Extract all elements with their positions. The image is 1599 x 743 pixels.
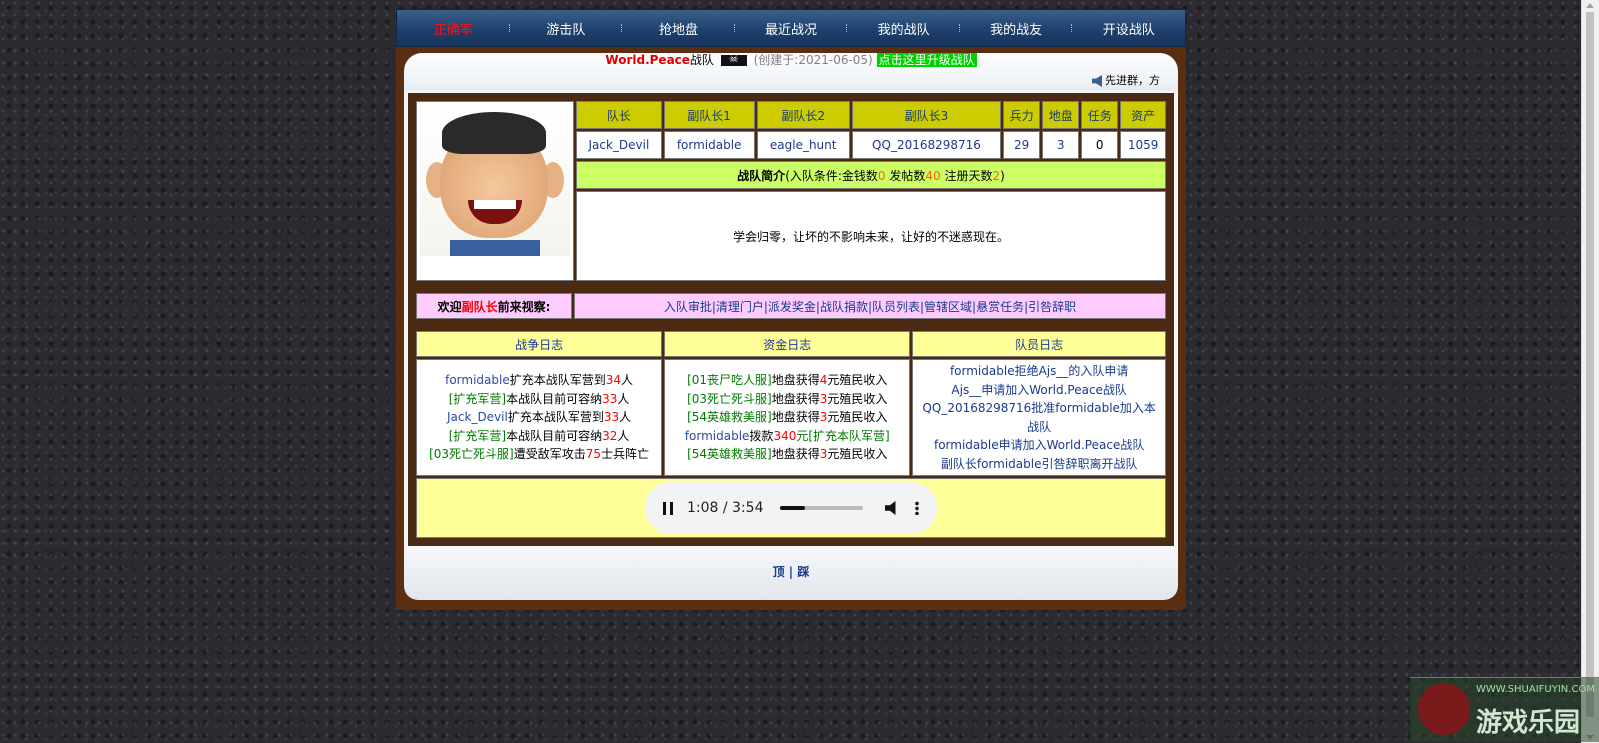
team-suffix: 战队 <box>689 53 714 67</box>
team-inner: 队长 副队长1 副队长2 副队长3 兵力 地盘 任务 资产 Jack_Devil… <box>404 91 1178 550</box>
nav-item-grab-territory[interactable]: 抢地盘 <box>622 10 735 46</box>
col-assets: 资产 <box>1120 101 1166 129</box>
team-name[interactable]: World.Peace <box>605 53 690 67</box>
col-captain: 队长 <box>576 101 662 129</box>
team-frame: World.Peace战队 (创建于:2021-06-05) 点击这里升级战队 … <box>396 47 1186 610</box>
member-log-entry: QQ_20168298716批准formidable加入本战队 <box>922 401 1156 434</box>
admin-links[interactable]: 入队审批|清理门户|派发奖金|战队捐款|队员列表|管辖区域|悬赏任务|引咎辞职 <box>574 293 1166 319</box>
welcome-text: 欢迎副队长前来视察: <box>416 293 572 319</box>
nav-item-recent-battles[interactable]: 最近战况 <box>735 10 848 46</box>
col-vice-2: 副队长2 <box>756 101 850 129</box>
watermark-logo-icon <box>1418 683 1470 735</box>
vice-1-name[interactable]: formidable <box>663 131 755 159</box>
site-watermark: WWW.SHUAIFUYIN.COM 游戏乐园 <box>1410 677 1599 742</box>
team-info-table: 队长 副队长1 副队长2 副队长3 兵力 地盘 任务 资产 Jack_Devil… <box>414 99 1168 283</box>
territory-value: 3 <box>1042 131 1080 159</box>
member-log-entry: formidable拒绝Ajs__的入队申请 <box>949 364 1129 378</box>
top-nav: 正确率 游击队 抢地盘 最近战况 我的战队 我的战友 开设战队 <box>396 9 1186 47</box>
war-log-entry: [扩充军营]本战队目前可容纳32人 <box>448 428 630 443</box>
playback-progress-fill <box>779 506 805 510</box>
fund-log: [01丧尸吃人服]地盘获得4元殖民收入 [03死亡死斗服]地盘获得3元殖民收入 … <box>664 359 911 476</box>
col-troops: 兵力 <box>1003 101 1041 129</box>
intro-title: 战队简介 <box>737 168 786 183</box>
volume-icon[interactable] <box>885 501 896 515</box>
war-log-entry: [扩充军营]本战队目前可容纳33人 <box>448 391 630 406</box>
intro-days-label: 注册天数 <box>940 168 993 183</box>
war-log-entry: [03死亡死斗服]遭受敌军攻击75士兵阵亡 <box>429 447 650 462</box>
watermark-url: WWW.SHUAIFUYIN.COM <box>1476 684 1595 695</box>
more-options-icon[interactable] <box>915 501 919 515</box>
created-date: (创建于:2021-06-05) <box>753 53 873 67</box>
captain-name[interactable]: Jack_Devil <box>576 131 662 159</box>
intro-cond-suffix: ) <box>1000 168 1005 183</box>
intro-posts: 40 <box>925 168 941 183</box>
scroll-thumb[interactable] <box>1586 12 1594 717</box>
music-player-row: 1:08 / 3:54 <box>416 478 1166 538</box>
welcome-table: 欢迎副队长前来视察: 入队审批|清理门户|派发奖金|战队捐款|队员列表|管辖区域… <box>414 291 1168 321</box>
upgrade-team-link[interactable]: 点击这里升级战队 <box>876 53 977 67</box>
col-vice-1: 副队长1 <box>663 101 755 129</box>
col-tasks: 任务 <box>1081 101 1119 129</box>
war-log: formidable扩充本战队军营到34人 [扩充军营]本战队目前可容纳33人 … <box>416 359 663 476</box>
team-intro-header: 战队简介(入队条件:金钱数0 发帖数40 注册天数2) <box>576 161 1166 189</box>
logs-table: 战争日志 资金日志 队员日志 formidable扩充本战队军营到34人 [扩充… <box>414 329 1168 540</box>
playback-progress-bar[interactable] <box>779 506 863 510</box>
vice-2-name[interactable]: eagle_hunt <box>756 131 850 159</box>
fund-log-entry: [03死亡死斗服]地盘获得3元殖民收入 <box>687 391 888 406</box>
war-log-entry: Jack_Devil扩充本战队军营到33人 <box>447 410 632 425</box>
audio-player[interactable]: 1:08 / 3:54 <box>645 482 937 534</box>
col-vice-3: 副队长3 <box>851 101 1002 129</box>
main-container: 正确率 游击队 抢地盘 最近战况 我的战队 我的战友 开设战队 World.Pe… <box>396 9 1186 610</box>
team-header: World.Peace战队 (创建于:2021-06-05) 点击这里升级战队 … <box>404 47 1178 91</box>
intro-money: 0 <box>877 168 886 183</box>
scrolling-notice-text: 先进群，方 <box>1105 74 1160 87</box>
member-log-entry: Ajs__申请加入World.Peace战队 <box>951 382 1127 397</box>
playback-time: 1:08 / 3:54 <box>687 500 764 516</box>
fund-log-entry: formidable拨款340元[扩充本队军营] <box>684 428 890 443</box>
tasks-value: 0 <box>1081 131 1119 159</box>
fund-log-entry: [01丧尸吃人服]地盘获得4元殖民收入 <box>687 373 888 388</box>
nav-item-my-comrades[interactable]: 我的战友 <box>960 10 1073 46</box>
member-log-header: 队员日志 <box>912 331 1166 357</box>
team-info-box: 队长 副队长1 副队长2 副队长3 兵力 地盘 任务 资产 Jack_Devil… <box>408 93 1174 546</box>
speaker-icon <box>1092 75 1102 87</box>
team-avatar <box>420 104 570 256</box>
pirate-flag-icon <box>720 52 747 66</box>
welcome-prefix: 欢迎 <box>437 299 462 314</box>
member-log-entry: formidable申请加入World.Peace战队 <box>933 438 1145 452</box>
war-log-entry: formidable扩充本战队军营到34人 <box>445 373 634 388</box>
col-territory: 地盘 <box>1042 101 1080 129</box>
war-log-header: 战争日志 <box>416 331 663 357</box>
team-title-line: World.Peace战队 (创建于:2021-06-05) 点击这里升级战队 <box>404 51 1178 68</box>
bottom-link[interactable]: 踩 <box>797 565 809 579</box>
footer-band: 顶 | 踩 <box>404 550 1178 600</box>
team-avatar-cell <box>416 101 574 281</box>
member-log-entry: 副队长formidable引咎辞职离开战队 <box>940 456 1138 471</box>
welcome-role: 副队长 <box>461 299 498 314</box>
scroll-up-arrow-icon[interactable] <box>1586 3 1594 8</box>
top-link[interactable]: 顶 <box>773 565 785 579</box>
page-scrollbar[interactable] <box>1581 0 1599 743</box>
nav-item-0[interactable]: 正确率 <box>397 10 510 46</box>
nav-item-create-team[interactable]: 开设战队 <box>1072 10 1185 46</box>
scrolling-notice: 先进群，方 <box>1092 72 1160 88</box>
intro-posts-label: 发帖数 <box>885 168 926 183</box>
intro-days: 2 <box>992 168 1001 183</box>
vice-3-name[interactable]: QQ_20168298716 <box>851 131 1002 159</box>
fund-log-entry: [54英雄救美服]地盘获得3元殖民收入 <box>687 447 888 462</box>
pause-icon[interactable] <box>663 501 673 515</box>
footer-separator: | <box>784 565 798 579</box>
welcome-suffix: 前来视察: <box>497 299 551 314</box>
fund-log-header: 资金日志 <box>664 331 911 357</box>
troops-value: 29 <box>1003 131 1041 159</box>
team-intro-text: 学会归零，让坏的不影响未来，让好的不迷惑现在。 <box>576 191 1166 281</box>
intro-cond-prefix: (入队条件:金钱数 <box>785 168 878 183</box>
member-log: formidable拒绝Ajs__的入队申请 Ajs__申请加入World.Pe… <box>912 359 1166 476</box>
nav-item-my-team[interactable]: 我的战队 <box>847 10 960 46</box>
watermark-brand: 游戏乐园 <box>1476 708 1581 738</box>
nav-item-guerrilla[interactable]: 游击队 <box>510 10 623 46</box>
fund-log-entry: [54英雄救美服]地盘获得3元殖民收入 <box>687 410 888 425</box>
assets-value: 1059 <box>1120 131 1166 159</box>
